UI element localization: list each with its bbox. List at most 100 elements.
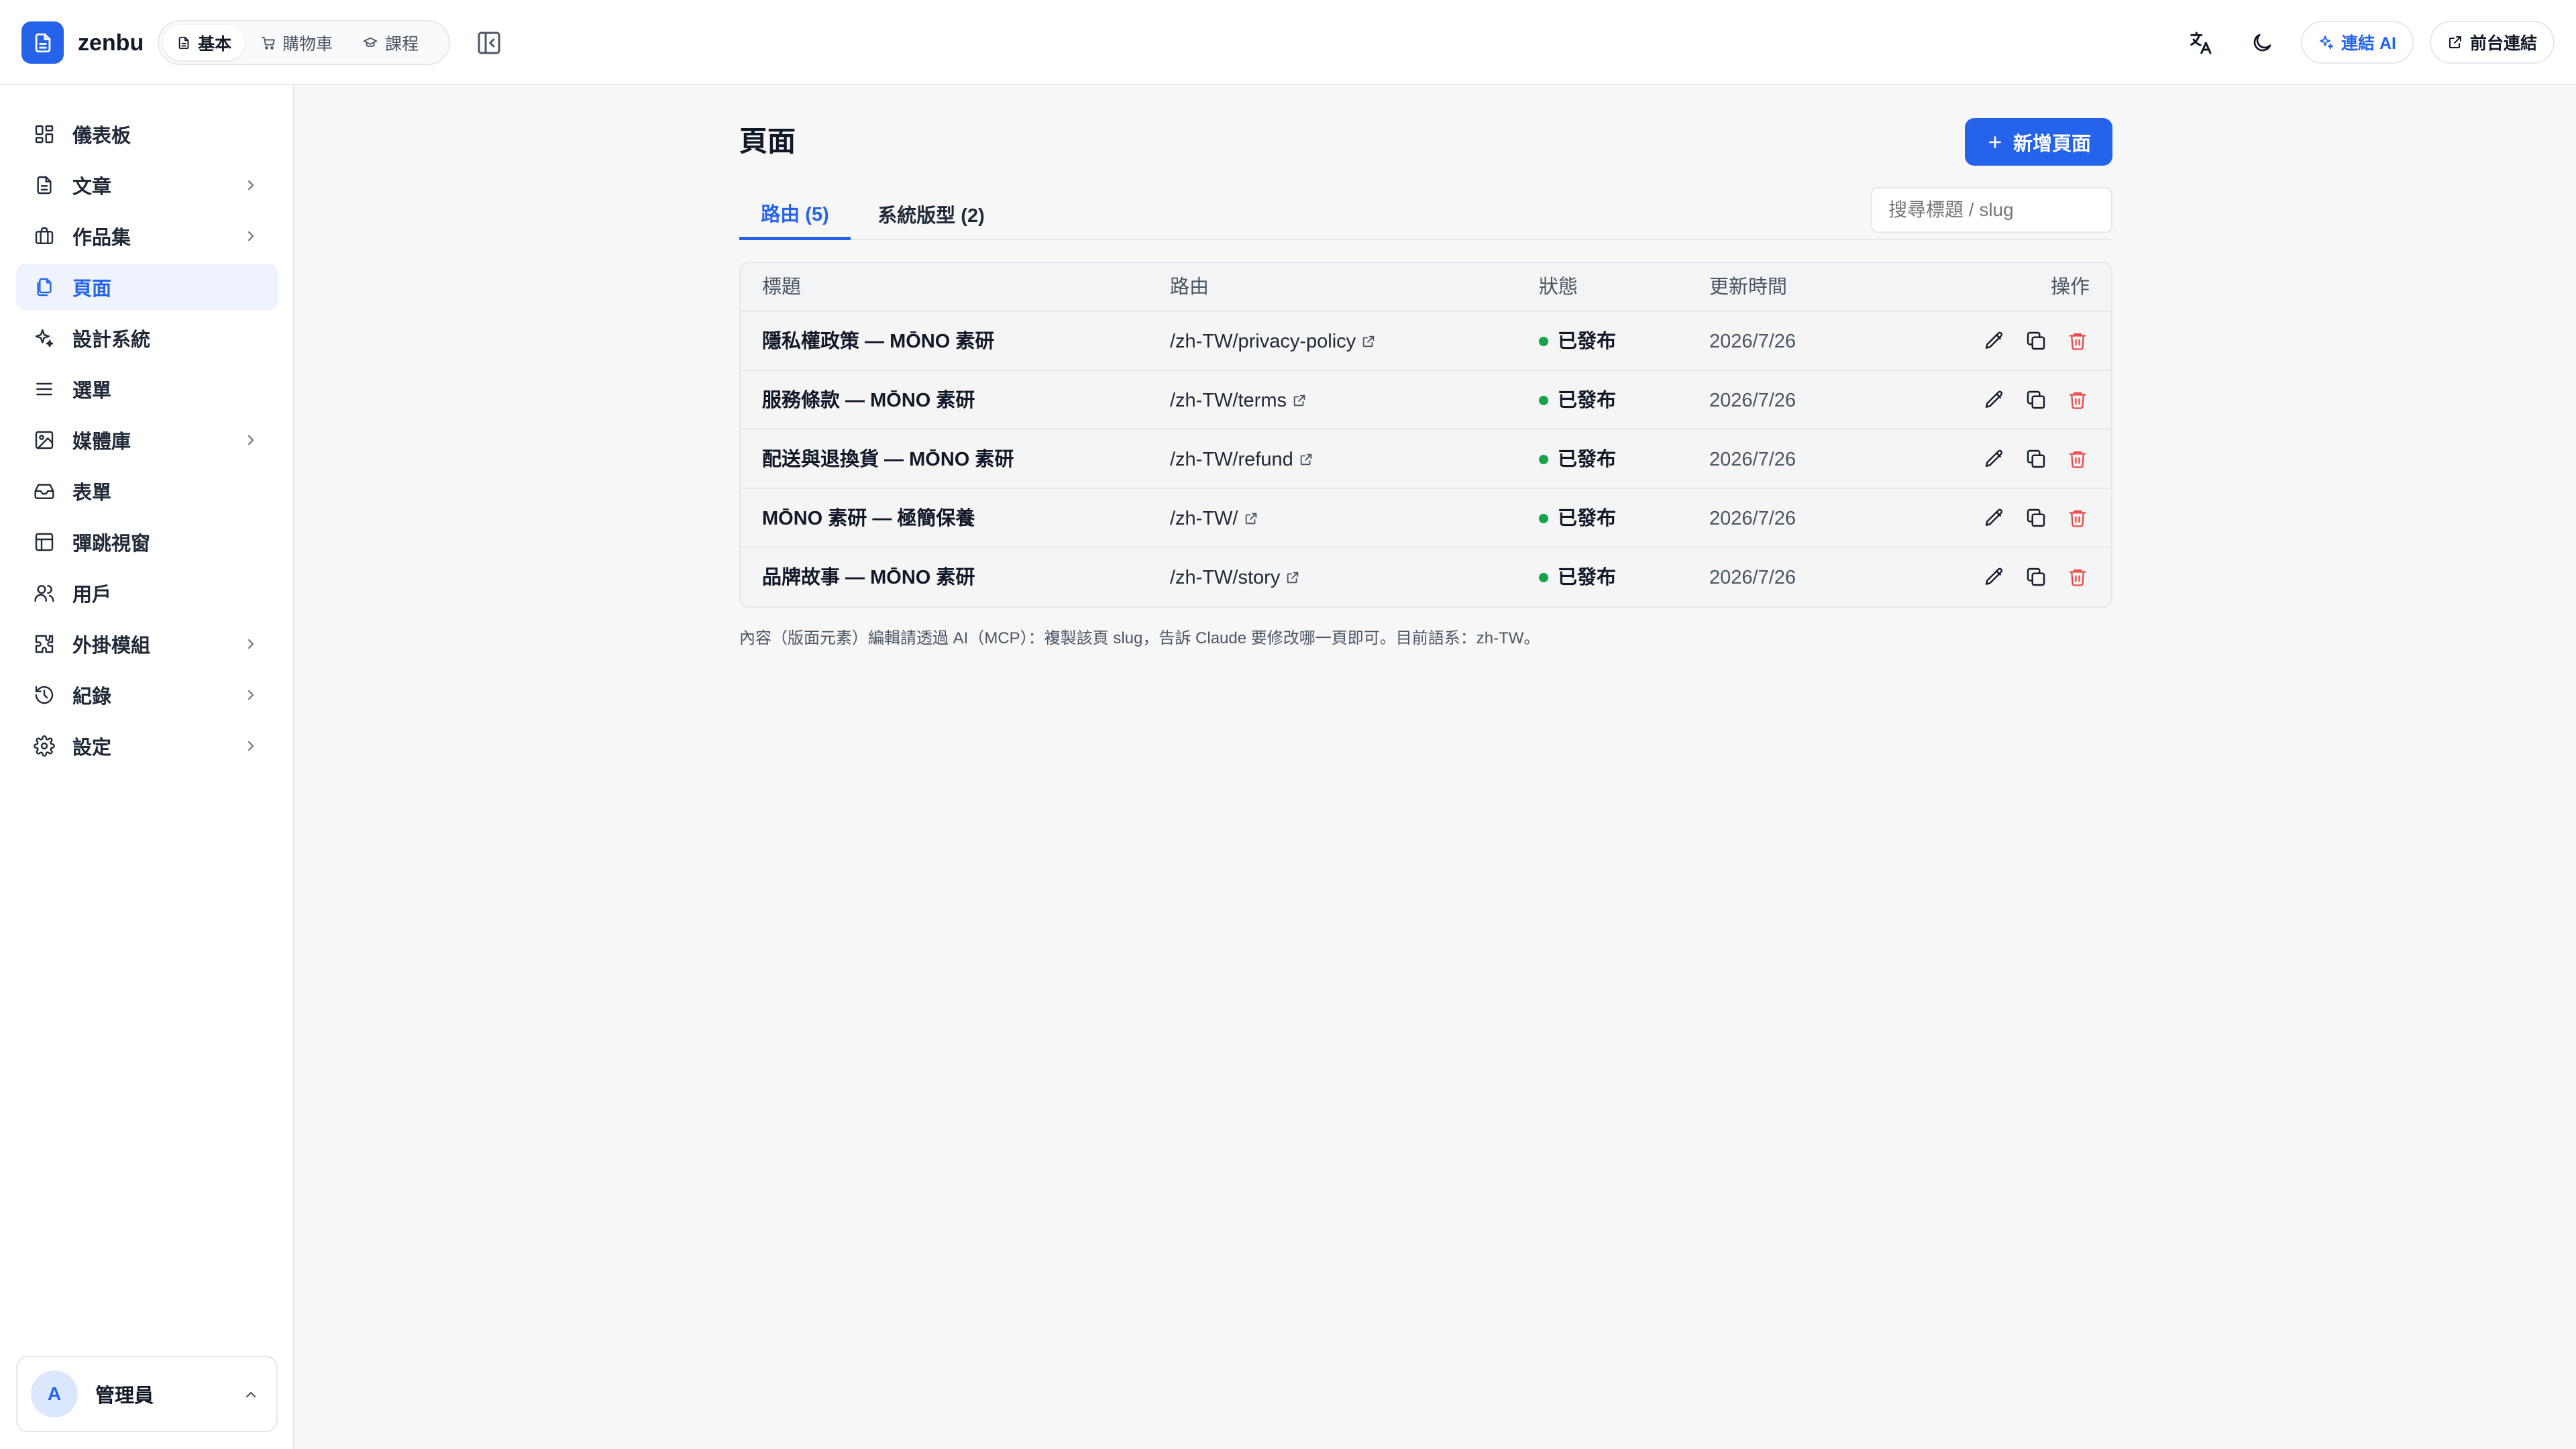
row-title: 服務條款 — MŌNO 素研 bbox=[762, 390, 975, 411]
trash-icon bbox=[2069, 333, 2086, 350]
edit-button[interactable] bbox=[1982, 565, 2006, 589]
sidebar-item-users[interactable]: 用戶 bbox=[16, 570, 278, 616]
translate-icon bbox=[2190, 32, 2212, 54]
duplicate-button[interactable] bbox=[2024, 329, 2048, 353]
row-updated: 2026/7/26 bbox=[1709, 567, 1796, 588]
tab-routes[interactable]: 路由 (5) bbox=[739, 188, 851, 240]
row-actions bbox=[1982, 565, 2090, 589]
mode-cart[interactable]: 購物車 bbox=[248, 25, 346, 60]
column-header-title: 標題 bbox=[762, 276, 802, 298]
sidebar-item-forms[interactable]: 表單 bbox=[16, 468, 278, 515]
dark-mode-button[interactable] bbox=[2247, 28, 2277, 58]
briefcase-icon bbox=[32, 224, 56, 248]
delete-button[interactable] bbox=[2065, 447, 2090, 471]
sidebar-nav: 儀表板 文章 作品集 頁面 設計系統 選單 媒體庫 表單 彈跳視窗 用戶 外掛模… bbox=[16, 111, 278, 773]
sidebar-item-label: 外掛模組 bbox=[72, 635, 151, 657]
external-link-icon bbox=[2449, 36, 2461, 48]
sidebar-item-popups[interactable]: 彈跳視窗 bbox=[16, 519, 278, 566]
row-route: /zh-TW/story bbox=[1170, 567, 1281, 588]
row-status: 已發布 bbox=[1558, 390, 1617, 411]
edit-button[interactable] bbox=[1982, 447, 2006, 471]
sidebar-item-portfolio[interactable]: 作品集 bbox=[16, 213, 278, 260]
app-logo[interactable] bbox=[21, 21, 64, 64]
sidebar-item-label: 設計系統 bbox=[72, 329, 151, 351]
status-badge: 已發布 bbox=[1539, 371, 1616, 430]
row-route-link[interactable]: /zh-TW/refund bbox=[1170, 430, 1313, 489]
delete-button[interactable] bbox=[2065, 506, 2090, 530]
connect-ai-label: 連結 AI bbox=[2341, 34, 2396, 53]
sidebar-item-design-system[interactable]: 設計系統 bbox=[16, 315, 278, 362]
duplicate-button[interactable] bbox=[2024, 565, 2048, 589]
connect-ai-button[interactable]: 連結 AI bbox=[2301, 21, 2414, 64]
sidebar-toggle-button[interactable] bbox=[476, 30, 502, 56]
sidebar-item-history[interactable]: 紀錄 bbox=[16, 672, 278, 718]
delete-button[interactable] bbox=[2065, 565, 2090, 589]
row-actions bbox=[1982, 388, 2090, 412]
delete-button[interactable] bbox=[2065, 329, 2090, 353]
table-row: 配送與退換貨 — MŌNO 素研 /zh-TW/refund 已發布 2026/… bbox=[741, 430, 2111, 489]
trash-icon bbox=[2069, 510, 2086, 527]
row-route-link[interactable]: /zh-TW/terms bbox=[1170, 371, 1307, 430]
sidebar-item-menu[interactable]: 選單 bbox=[16, 366, 278, 413]
sidebar-item-pages[interactable]: 頁面 bbox=[16, 264, 278, 311]
graduation-cap-icon bbox=[363, 37, 378, 47]
frontend-link-button[interactable]: 前台連結 bbox=[2430, 21, 2555, 64]
users-icon bbox=[32, 581, 56, 605]
frontend-link-label: 前台連結 bbox=[2470, 34, 2538, 53]
row-actions bbox=[1982, 506, 2090, 530]
edit-button[interactable] bbox=[1982, 329, 2006, 353]
row-route-link[interactable]: /zh-TW/ bbox=[1170, 489, 1258, 548]
edit-button[interactable] bbox=[1982, 388, 2006, 412]
row-status: 已發布 bbox=[1558, 508, 1617, 529]
sidebar-item-articles[interactable]: 文章 bbox=[16, 162, 278, 209]
row-updated: 2026/7/26 bbox=[1709, 449, 1796, 470]
status-dot bbox=[1539, 514, 1548, 523]
row-route: /zh-TW/terms bbox=[1170, 390, 1287, 411]
status-dot bbox=[1539, 396, 1548, 405]
sidebar-item-plugins[interactable]: 外掛模組 bbox=[16, 621, 278, 667]
mode-basic[interactable]: 基本 bbox=[163, 25, 246, 60]
history-icon bbox=[32, 683, 56, 707]
pencil-icon bbox=[1985, 390, 2003, 408]
edit-button[interactable] bbox=[1982, 506, 2006, 530]
duplicate-button[interactable] bbox=[2024, 506, 2048, 530]
chevron-right-icon bbox=[248, 741, 254, 751]
mode-cart-label: 購物車 bbox=[282, 34, 333, 54]
user-name: 管理員 bbox=[95, 1385, 154, 1407]
sidebar-item-label: 表單 bbox=[72, 482, 112, 504]
copy-icon bbox=[2027, 508, 2045, 527]
mode-course[interactable]: 課程 bbox=[349, 25, 432, 60]
document-icon bbox=[178, 36, 189, 49]
brand-name: zenbu bbox=[78, 30, 144, 56]
row-title: MŌNO 素研 — 極簡保養 bbox=[762, 508, 975, 529]
row-route-link[interactable]: /zh-TW/story bbox=[1170, 548, 1300, 606]
status-dot bbox=[1539, 455, 1548, 464]
duplicate-button[interactable] bbox=[2024, 388, 2048, 412]
new-page-button[interactable]: 新增頁面 bbox=[1965, 118, 2112, 166]
chevron-right-icon bbox=[248, 180, 254, 191]
sidebar-item-label: 紀錄 bbox=[72, 686, 112, 708]
search-input[interactable] bbox=[1871, 187, 2112, 233]
sidebar-item-dashboard[interactable]: 儀表板 bbox=[16, 111, 278, 158]
language-button[interactable] bbox=[2186, 28, 2215, 58]
chevron-up-icon bbox=[246, 1391, 256, 1398]
delete-button[interactable] bbox=[2065, 388, 2090, 412]
sidebar-item-media[interactable]: 媒體庫 bbox=[16, 417, 278, 464]
plus-icon bbox=[1989, 136, 2001, 148]
column-header-route: 路由 bbox=[1170, 276, 1210, 298]
tab-system-templates[interactable]: 系統版型 (2) bbox=[868, 188, 994, 240]
sidebar-item-settings[interactable]: 設定 bbox=[16, 722, 278, 769]
table-row: 隱私權政策 — MŌNO 素研 /zh-TW/privacy-policy 已發… bbox=[741, 312, 2111, 371]
page-title: 頁面 bbox=[739, 125, 796, 157]
row-route-link[interactable]: /zh-TW/privacy-policy bbox=[1170, 312, 1376, 371]
window-icon bbox=[32, 530, 56, 554]
pencil-icon bbox=[1985, 508, 2003, 526]
table-row: 服務條款 — MŌNO 素研 /zh-TW/terms 已發布 2026/7/2… bbox=[741, 371, 2111, 430]
trash-icon bbox=[2069, 451, 2086, 468]
trash-icon bbox=[2069, 392, 2086, 409]
duplicate-button[interactable] bbox=[2024, 447, 2048, 471]
pencil-icon bbox=[1985, 449, 2003, 467]
editing-hint: 內容（版面元素）編輯請透過 AI（MCP）：複製該頁 slug，告訴 Claud… bbox=[739, 629, 1540, 647]
chevron-right-icon bbox=[248, 231, 254, 241]
user-menu[interactable]: A 管理員 bbox=[16, 1356, 278, 1432]
